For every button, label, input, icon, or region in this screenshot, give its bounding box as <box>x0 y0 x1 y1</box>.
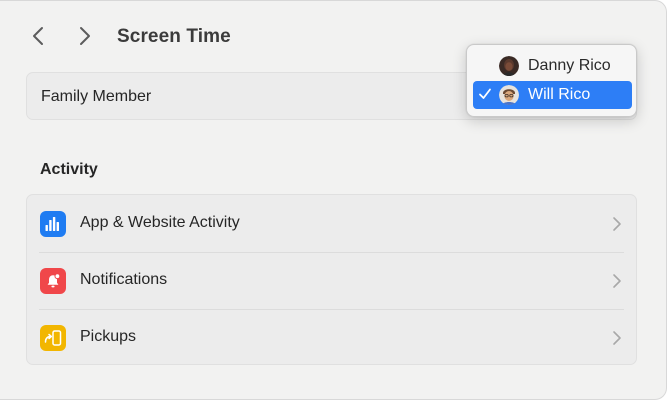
notifications-row[interactable]: Notifications <box>27 252 636 309</box>
menu-item-label: Will Rico <box>528 86 591 103</box>
row-label: App & Website Activity <box>80 214 240 231</box>
screen-time-window: Screen Time Family Member Activity App &… <box>0 0 667 400</box>
chevron-right-icon <box>80 27 90 45</box>
forward-button[interactable] <box>73 23 97 49</box>
page-title: Screen Time <box>117 26 231 47</box>
pickups-row[interactable]: Pickups <box>27 309 636 366</box>
menu-item-danny-rico[interactable]: Danny Rico <box>473 52 632 80</box>
row-label: Notifications <box>80 271 168 288</box>
menu-item-will-rico[interactable]: Will Rico <box>473 81 632 109</box>
chevron-right-icon <box>613 217 621 231</box>
pickup-phone-icon <box>40 325 66 351</box>
checkmark-icon <box>479 88 491 99</box>
app-website-activity-row[interactable]: App & Website Activity <box>27 195 636 252</box>
notification-bell-icon <box>40 268 66 294</box>
chevron-right-icon <box>613 274 621 288</box>
activity-list: App & Website Activity Notifications Pic… <box>26 194 637 365</box>
activity-heading: Activity <box>40 161 98 178</box>
row-label: Pickups <box>80 328 137 345</box>
chevron-right-icon <box>613 331 621 345</box>
avatar <box>499 85 519 105</box>
family-member-label: Family Member <box>41 88 152 105</box>
bar-chart-icon <box>40 211 66 237</box>
avatar <box>499 56 519 76</box>
chevron-left-icon <box>33 27 43 45</box>
back-button[interactable] <box>26 23 50 49</box>
menu-item-label: Danny Rico <box>528 57 611 74</box>
family-member-menu: Danny Rico Will Rico <box>466 44 637 117</box>
